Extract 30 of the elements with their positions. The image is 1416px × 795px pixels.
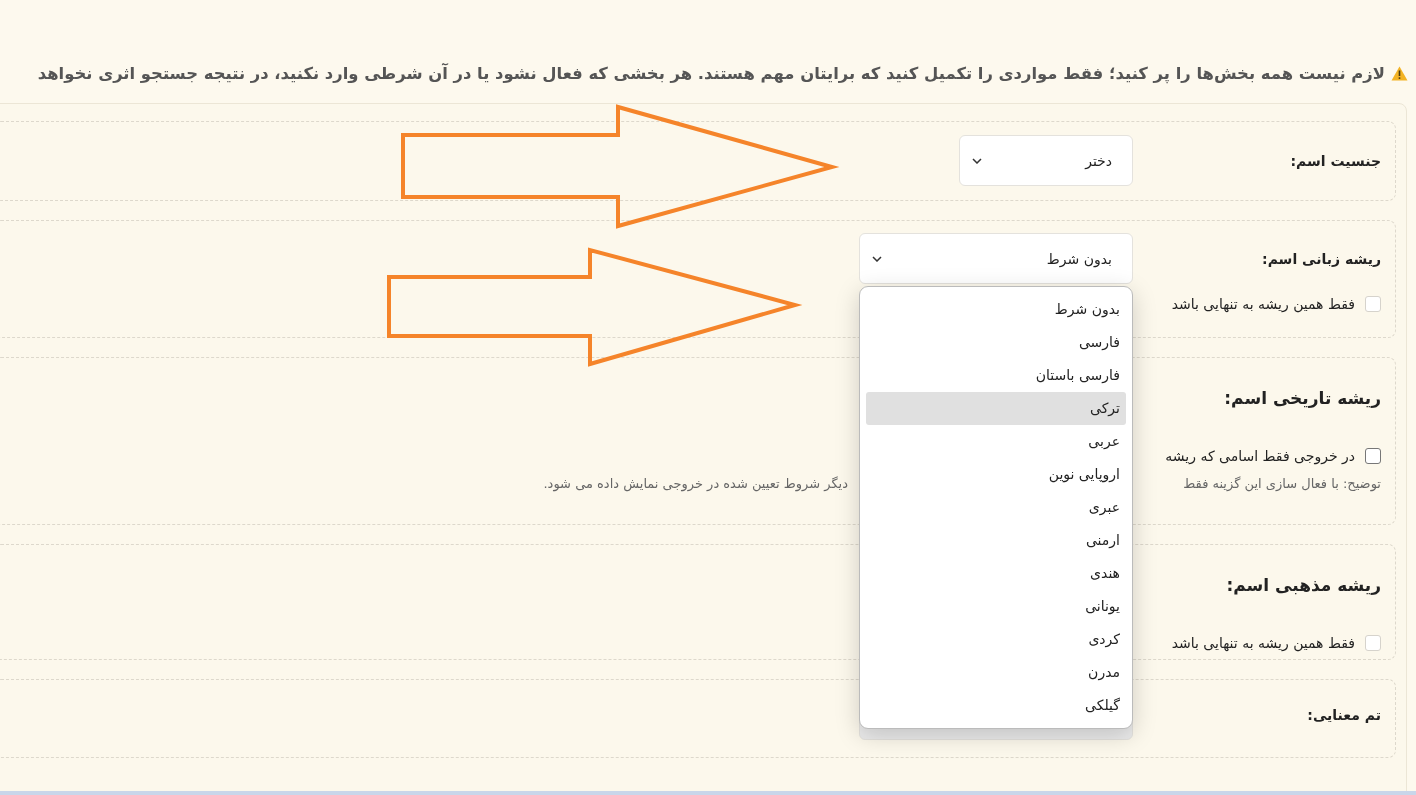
dropdown-option[interactable]: ترکی	[866, 392, 1126, 425]
dropdown-option[interactable]: اروپایی نوین	[866, 458, 1126, 491]
section-heading: ریشه تاریخی اسم:	[1224, 388, 1381, 408]
warning-icon	[1391, 65, 1408, 81]
note-text: دیگر شروط تعیین شده در خروجی نمایش داده می شود.	[543, 476, 848, 491]
checkbox[interactable]	[1365, 448, 1381, 464]
dropdown-option[interactable]: فارسی	[866, 326, 1126, 359]
dropdown-option[interactable]: مدرن	[866, 656, 1126, 689]
dropdown-option[interactable]: کردی	[866, 623, 1126, 656]
dropdown-option[interactable]: فارسی باستان	[866, 359, 1126, 392]
dropdown-option[interactable]: عربی	[866, 425, 1126, 458]
section-heading: ریشه مذهبی اسم:	[1226, 575, 1381, 595]
note-text: توضیح: با فعال سازی این گزینه فقط	[1182, 476, 1381, 491]
checkbox-label: فقط همین ریشه به تنهایی باشد	[1171, 635, 1355, 651]
dropdown-option[interactable]: بدون شرط	[866, 293, 1126, 326]
field-label: تم معنایی:	[1307, 706, 1381, 723]
checkbox-label: در خروجی فقط اسامی که ریشه	[1165, 448, 1355, 464]
select-field[interactable]: دختر	[959, 135, 1133, 186]
dropdown-option[interactable]: گیلکی	[866, 689, 1126, 722]
dropdown-option[interactable]: یونانی	[866, 590, 1126, 623]
field-label: ریشه زبانی اسم:	[1262, 250, 1381, 267]
field-label: جنسیت اسم:	[1290, 152, 1381, 169]
chevron-down-icon	[972, 157, 982, 164]
notice-text: لازم نیست همه بخش‌ها را پر کنید؛ فقط مواردی را تکمیل کنید که برایتان مهم هستند. هر بخشی که فعال نشود یا در آن شرطی وارد نکنید، در نتیجه جستجو اثری نخواهد	[37, 63, 1385, 83]
dropdown-option[interactable]: هندی	[866, 557, 1126, 590]
dropdown-option[interactable]: ارمنی	[866, 524, 1126, 557]
dropdown-option[interactable]: عبری	[866, 491, 1126, 524]
checkbox-label: فقط همین ریشه به تنهایی باشد	[1171, 296, 1355, 312]
select-field[interactable]: بدون شرط	[859, 233, 1133, 284]
chevron-down-icon	[872, 255, 882, 262]
